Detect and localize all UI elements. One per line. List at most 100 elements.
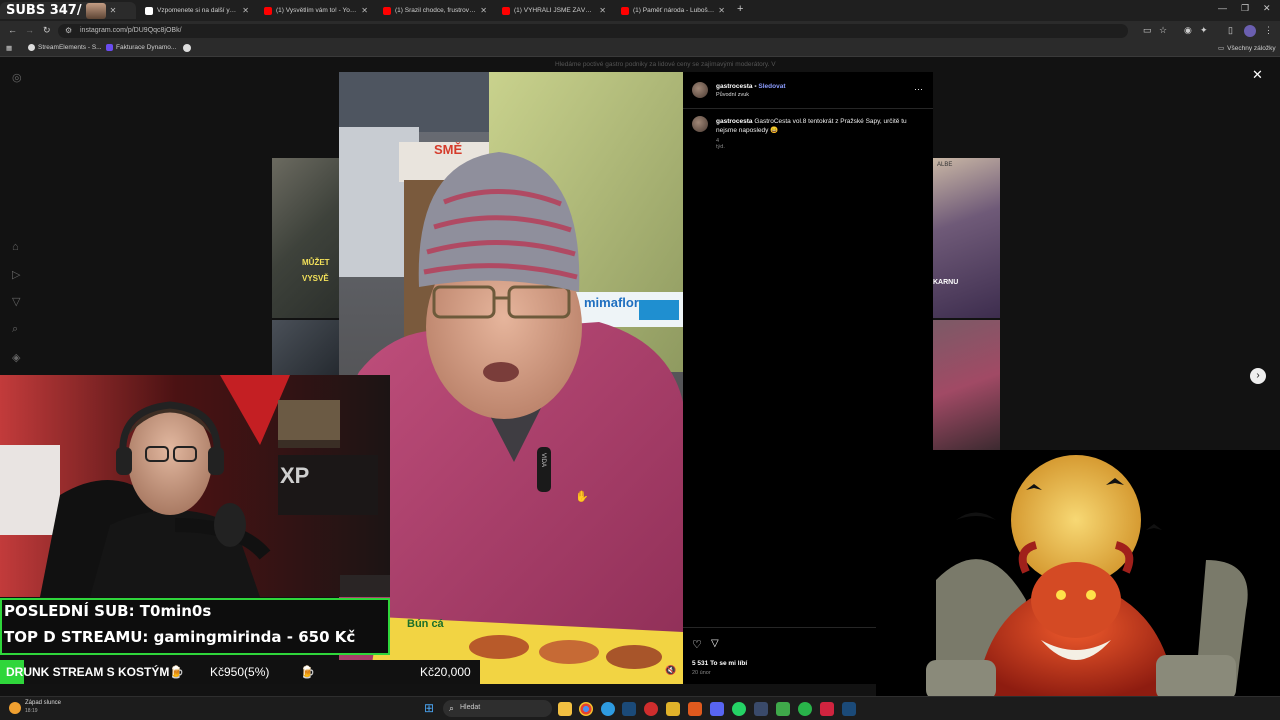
likes-count[interactable]: 5 531 To se mi líbí xyxy=(692,660,747,667)
maximize-button[interactable]: ❐ xyxy=(1241,3,1249,14)
app-icon[interactable] xyxy=(688,702,702,716)
messages-icon[interactable]: ▽ xyxy=(12,295,20,308)
minimize-button[interactable]: — xyxy=(1218,3,1227,13)
share-icon[interactable]: ▽ xyxy=(711,638,719,649)
close-icon[interactable]: ✕ xyxy=(242,6,249,15)
menu-icon[interactable]: ⋮ xyxy=(1264,25,1273,36)
follow-button[interactable]: Sledovat xyxy=(758,83,785,90)
next-post-thumbnail[interactable]: ALBE KARNU xyxy=(933,158,1000,318)
app-icon[interactable] xyxy=(798,702,812,716)
caption-time: 4 týd. xyxy=(716,138,725,150)
bookmark-label: Fakturace Dynamo... xyxy=(116,44,177,51)
explorer-icon[interactable] xyxy=(558,702,572,716)
youtube-icon xyxy=(621,6,629,15)
fakturace-icon xyxy=(106,44,113,51)
webcam-frame xyxy=(0,375,390,597)
all-bookmarks[interactable]: ▭ Všechny záložky xyxy=(1218,44,1276,53)
close-icon[interactable]: ✕ xyxy=(480,6,487,15)
minecraft-icon[interactable] xyxy=(776,702,790,716)
close-icon[interactable]: ✕ xyxy=(361,6,368,15)
weather-label[interactable]: Západ slunce xyxy=(25,700,61,706)
weather-icon[interactable] xyxy=(9,702,21,714)
tab-label: (1) Vysvětlím vám to! - YouTube xyxy=(276,7,358,14)
tab-youtube-3[interactable]: (1) Srazil chodce, frustrovaný ... ✕ xyxy=(377,2,493,19)
taskbar-search[interactable]: ⌕ Hledat xyxy=(443,700,552,717)
browser-tab-bar: SUBS 347/ ✕ Vzpomenete si na další youtu… xyxy=(0,0,1280,21)
sidebar-icon[interactable]: ▯ xyxy=(1228,25,1233,36)
close-post-button[interactable]: ✕ xyxy=(1252,67,1263,83)
home-icon[interactable]: ⌂ xyxy=(12,241,19,253)
app-icon[interactable] xyxy=(666,702,680,716)
bookmark-globe[interactable] xyxy=(183,44,191,52)
prev-post-thumbnail-2[interactable] xyxy=(272,320,339,375)
windows-start-icon[interactable]: ⊞ xyxy=(424,701,434,715)
avatar[interactable] xyxy=(692,116,708,132)
app-icon[interactable] xyxy=(820,702,834,716)
new-tab-button[interactable]: + xyxy=(737,3,743,15)
url-field[interactable]: ⚙ instagram.com/p/DU9Qqc8jOBk/ xyxy=(58,24,1128,38)
tab-youtube-5[interactable]: (1) Paměť národa - Luboš Bala... ✕ xyxy=(615,2,731,19)
taskbar: Západ slunce 18:19 ⊞ ⌕ Hledat xyxy=(0,696,1280,720)
weather-time: 18:19 xyxy=(25,708,38,714)
close-icon[interactable]: ✕ xyxy=(718,6,725,15)
goal-current: Kč950(5%) xyxy=(210,665,270,679)
bookmark-fakturace[interactable]: Fakturace Dynamo... xyxy=(106,44,176,51)
avatar[interactable] xyxy=(692,82,708,98)
search-icon[interactable]: ⌕ xyxy=(12,323,18,336)
reload-icon[interactable]: ↻ xyxy=(43,25,51,36)
extension-icon[interactable]: ◉ xyxy=(1184,25,1192,36)
post-video[interactable]: SMĚ mimaflor VIDA Bún cá ✋ 🔇 xyxy=(339,72,683,684)
banner-text: Hledáme poctivé gastro podniky za lidové… xyxy=(555,61,776,68)
steam-icon[interactable] xyxy=(622,702,636,716)
close-window-button[interactable]: ✕ xyxy=(1263,3,1271,14)
youtube-icon xyxy=(383,6,391,15)
cast-icon[interactable]: ▭ xyxy=(1143,25,1152,36)
app-icon[interactable] xyxy=(754,702,768,716)
instagram-icon[interactable]: ◎ xyxy=(12,71,22,84)
obs-icon[interactable] xyxy=(644,702,658,716)
more-options-icon[interactable]: ··· xyxy=(914,84,923,94)
forward-icon[interactable]: → xyxy=(25,25,34,35)
chrome-icon[interactable] xyxy=(579,702,593,716)
heart-icon[interactable]: ♡ xyxy=(692,638,702,651)
close-icon[interactable]: ✕ xyxy=(599,6,606,15)
mic-label: VIDA xyxy=(540,452,547,468)
streamelements-icon xyxy=(28,44,35,51)
steam-icon[interactable] xyxy=(842,702,856,716)
prev-post-thumbnail[interactable]: MŮŽET VYSVĚ xyxy=(272,158,339,318)
search-icon: ⌕ xyxy=(449,703,455,713)
tab-label: SUBS 347/ xyxy=(6,3,82,18)
caption-username[interactable]: gastrocesta xyxy=(716,118,753,125)
avatar xyxy=(85,2,106,19)
tab-youtube-1[interactable]: Vzpomenete si na další youtuber ✕ xyxy=(139,2,255,19)
audio-label[interactable]: Původní zvuk xyxy=(716,92,749,98)
explore-icon[interactable]: ◈ xyxy=(12,351,20,364)
site-info-icon[interactable]: ⚙ xyxy=(65,26,72,35)
bookmark-label: StreamElements - S... xyxy=(38,44,102,51)
tab-youtube-4[interactable]: (1) VYHRÁLI JSME ZÁVODY NA ... ✕ xyxy=(496,2,612,19)
sub-info-box: POSLEDNÍ SUB: T0min0s TOP D STREAMU: gam… xyxy=(0,598,390,655)
next-post-thumbnail-2[interactable] xyxy=(933,320,1000,450)
sound-icon[interactable]: 🔇 xyxy=(665,665,676,676)
reels-icon[interactable]: ▷ xyxy=(12,268,20,281)
profile-avatar[interactable] xyxy=(1244,25,1256,37)
discord-icon[interactable] xyxy=(710,702,724,716)
goal-target: Kč20,000 xyxy=(420,665,471,679)
star-icon[interactable]: ☆ xyxy=(1159,25,1167,36)
tab-youtube-2[interactable]: (1) Vysvětlím vám to! - YouTube ✕ xyxy=(258,2,374,19)
tab-stream[interactable]: SUBS 347/ ✕ xyxy=(0,2,136,19)
shelf-logo: XP xyxy=(280,463,310,488)
apps-icon[interactable]: ▦ xyxy=(6,44,12,52)
whatsapp-icon[interactable] xyxy=(732,702,746,716)
shop-sign: SMĚ xyxy=(434,142,463,157)
close-icon[interactable]: ✕ xyxy=(110,6,117,15)
address-bar-row: ← → ↻ ⚙ instagram.com/p/DU9Qqc8jOBk/ ▭ ☆… xyxy=(0,21,1280,41)
next-post-button[interactable]: › xyxy=(1250,368,1266,384)
back-icon[interactable]: ← xyxy=(8,25,17,35)
post-username[interactable]: gastrocesta xyxy=(716,83,753,90)
edge-icon[interactable] xyxy=(601,702,615,716)
last-sub-text: POSLEDNÍ SUB: T0min0s xyxy=(4,602,212,620)
search-label: Hledat xyxy=(460,704,481,711)
puzzle-icon[interactable]: ✦ xyxy=(1200,25,1208,36)
bookmark-streamelements[interactable]: StreamElements - S... xyxy=(28,44,102,51)
